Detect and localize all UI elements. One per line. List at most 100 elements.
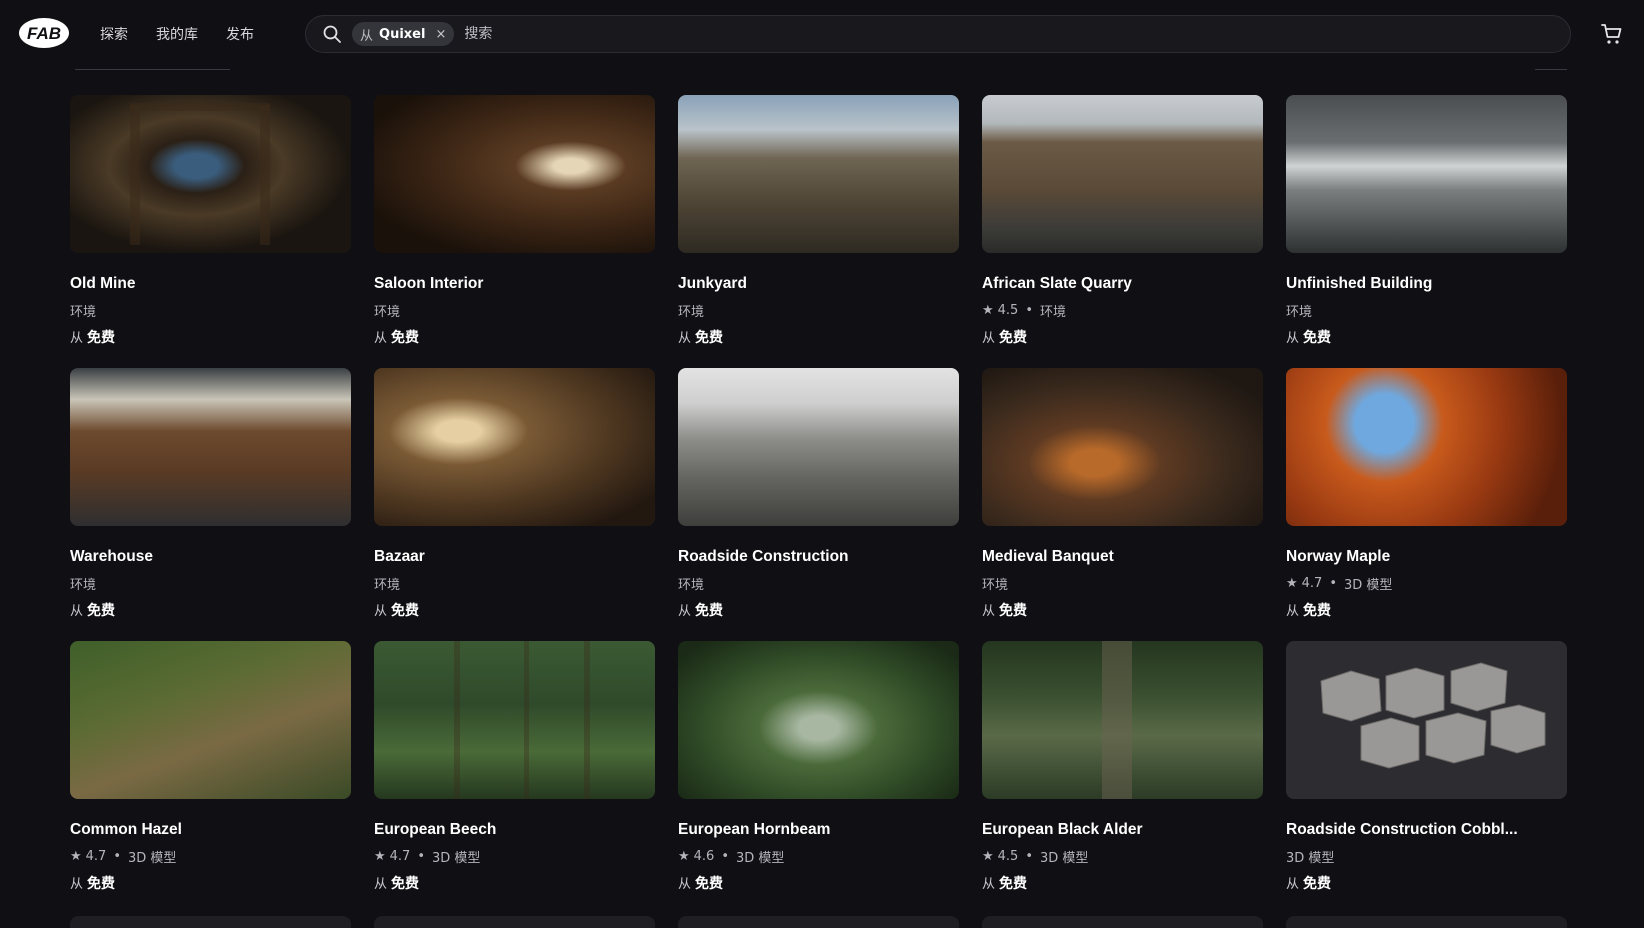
product-thumbnail[interactable]	[374, 368, 655, 526]
product-thumbnail[interactable]	[1286, 95, 1567, 253]
product-card[interactable]: Bazaar 环境 从免费	[374, 368, 655, 641]
product-category: 环境	[1040, 304, 1067, 320]
nav-explore[interactable]: 探索	[100, 24, 128, 44]
price-from-label: 从	[374, 331, 388, 346]
product-price: 从免费	[374, 873, 655, 893]
product-rating: 4.5	[997, 302, 1019, 318]
product-thumbnail[interactable]	[70, 641, 351, 799]
product-rating: 4.5	[997, 848, 1019, 864]
nav-my-library[interactable]: 我的库	[156, 24, 198, 44]
price-from-label: 从	[982, 604, 996, 619]
product-price: 从免费	[1286, 327, 1567, 347]
product-rating: 4.7	[85, 848, 107, 864]
product-thumbnail[interactable]	[678, 95, 959, 253]
product-card[interactable]: Roadside Construction Cobbl... 3D 模型 从免费	[1286, 641, 1567, 914]
product-card[interactable]: Common Hazel ★ 4.7 • 3D 模型 从免费	[70, 641, 351, 914]
product-title[interactable]: Common Hazel	[70, 821, 351, 841]
seller-filter-chip[interactable]: 从 Quixel ×	[352, 22, 455, 46]
star-icon: ★	[374, 848, 386, 864]
product-price: 从免费	[982, 873, 1263, 893]
product-card[interactable]: European Beech ★ 4.7 • 3D 模型 从免费	[374, 641, 655, 914]
fab-logo[interactable]: FAB	[18, 16, 70, 50]
product-rating: 4.6	[693, 848, 715, 864]
price-value: 免费	[87, 603, 116, 619]
product-category: 环境	[70, 304, 97, 320]
product-meta: ★ 4.5 • 3D 模型	[982, 847, 1263, 866]
chip-close-icon[interactable]: ×	[435, 27, 446, 42]
product-title[interactable]: Old Mine	[70, 275, 351, 295]
cart-icon[interactable]	[1600, 22, 1624, 46]
product-category: 3D 模型	[736, 850, 785, 866]
product-title[interactable]: Roadside Construction Cobbl...	[1286, 821, 1567, 841]
price-value: 免费	[999, 876, 1028, 892]
product-thumbnail[interactable]	[70, 95, 351, 253]
product-price: 从免费	[982, 327, 1263, 347]
price-from-label: 从	[678, 877, 692, 892]
product-card[interactable]: Old Mine 环境 从免费	[70, 95, 351, 368]
product-card[interactable]: Junkyard 环境 从免费	[678, 95, 959, 368]
product-card[interactable]: Roadside Construction 环境 从免费	[678, 368, 959, 641]
product-category: 3D 模型	[432, 850, 481, 866]
next-row-card[interactable]	[678, 916, 959, 928]
product-title[interactable]: Unfinished Building	[1286, 275, 1567, 295]
product-category: 环境	[1286, 304, 1313, 320]
product-thumbnail[interactable]	[1286, 641, 1567, 799]
price-value: 免费	[1303, 876, 1332, 892]
next-row-card[interactable]	[1286, 916, 1567, 928]
next-row-card[interactable]	[982, 916, 1263, 928]
product-card[interactable]: European Hornbeam ★ 4.6 • 3D 模型 从免费	[678, 641, 959, 914]
meta-separator: •	[113, 848, 122, 864]
product-price: 从免费	[374, 327, 655, 347]
product-card[interactable]: African Slate Quarry ★ 4.5 • 环境 从免费	[982, 95, 1263, 368]
next-row-card[interactable]	[374, 916, 655, 928]
product-title[interactable]: European Hornbeam	[678, 821, 959, 841]
price-value: 免费	[87, 876, 116, 892]
product-thumbnail[interactable]	[678, 641, 959, 799]
product-title[interactable]: Norway Maple	[1286, 548, 1567, 568]
star-icon: ★	[678, 848, 690, 864]
product-title[interactable]: Junkyard	[678, 275, 959, 295]
product-thumbnail[interactable]	[374, 641, 655, 799]
product-meta: ★ 4.7 • 3D 模型	[70, 847, 351, 866]
product-card[interactable]: Medieval Banquet 环境 从免费	[982, 368, 1263, 641]
product-title[interactable]: African Slate Quarry	[982, 275, 1263, 295]
product-thumbnail[interactable]	[982, 641, 1263, 799]
search-icon[interactable]	[322, 24, 342, 44]
price-value: 免费	[1303, 603, 1332, 619]
product-thumbnail[interactable]	[678, 368, 959, 526]
search-input[interactable]	[462, 25, 1570, 43]
product-meta: 环境	[374, 574, 655, 593]
search-bar[interactable]: 从 Quixel ×	[305, 15, 1571, 53]
product-meta: ★ 4.6 • 3D 模型	[678, 847, 959, 866]
product-card[interactable]: Norway Maple ★ 4.7 • 3D 模型 从免费	[1286, 368, 1567, 641]
product-card[interactable]: Warehouse 环境 从免费	[70, 368, 351, 641]
product-meta: 环境	[70, 301, 351, 320]
product-category: 3D 模型	[1286, 850, 1335, 866]
product-title[interactable]: Bazaar	[374, 548, 655, 568]
price-value: 免费	[391, 330, 420, 346]
product-title[interactable]: European Beech	[374, 821, 655, 841]
product-card[interactable]: Saloon Interior 环境 从免费	[374, 95, 655, 368]
product-thumbnail[interactable]	[70, 368, 351, 526]
product-thumbnail[interactable]	[374, 95, 655, 253]
product-title[interactable]: Medieval Banquet	[982, 548, 1263, 568]
product-title[interactable]: Saloon Interior	[374, 275, 655, 295]
product-meta: 环境	[678, 301, 959, 320]
product-card[interactable]: European Black Alder ★ 4.5 • 3D 模型 从免费	[982, 641, 1263, 914]
top-bar: FAB 探索 我的库 发布 从 Quixel ×	[0, 0, 1644, 68]
product-thumbnail[interactable]	[982, 368, 1263, 526]
product-meta: ★ 4.7 • 3D 模型	[374, 847, 655, 866]
product-meta: 环境	[1286, 301, 1567, 320]
nav-publish[interactable]: 发布	[226, 24, 254, 44]
product-card[interactable]: Unfinished Building 环境 从免费	[1286, 95, 1567, 368]
next-row-card[interactable]	[70, 916, 351, 928]
price-from-label: 从	[1286, 331, 1300, 346]
product-price: 从免费	[1286, 873, 1567, 893]
product-price: 从免费	[678, 873, 959, 893]
price-value: 免费	[391, 603, 420, 619]
product-thumbnail[interactable]	[1286, 368, 1567, 526]
product-title[interactable]: European Black Alder	[982, 821, 1263, 841]
product-title[interactable]: Warehouse	[70, 548, 351, 568]
product-thumbnail[interactable]	[982, 95, 1263, 253]
product-title[interactable]: Roadside Construction	[678, 548, 959, 568]
